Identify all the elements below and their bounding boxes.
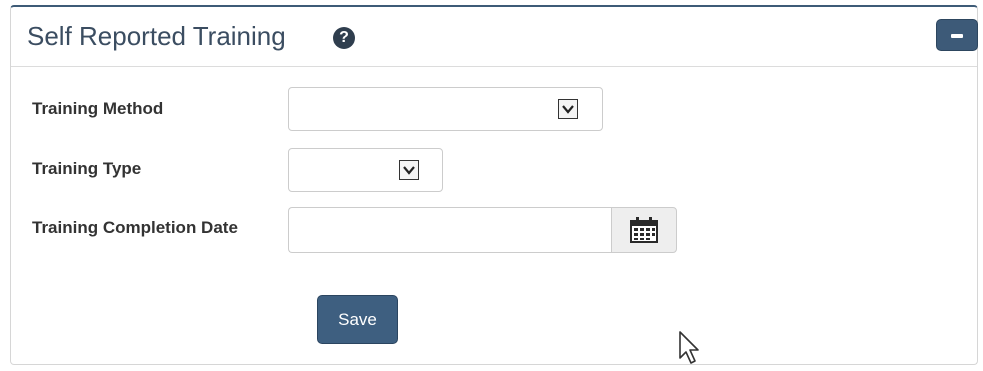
training-type-label: Training Type xyxy=(32,159,142,178)
training-type-select[interactable] xyxy=(288,148,443,192)
self-reported-training-panel: Self Reported Training ? Training Method… xyxy=(10,5,978,365)
mouse-cursor-icon xyxy=(679,331,699,364)
completion-date-label: Training Completion Date xyxy=(32,218,238,237)
chevron-down-icon xyxy=(399,160,419,180)
calendar-icon xyxy=(630,217,658,243)
training-method-select[interactable] xyxy=(288,87,603,131)
calendar-button[interactable] xyxy=(611,207,677,253)
completion-date-input[interactable] xyxy=(288,207,611,253)
panel-title: Self Reported Training xyxy=(27,21,286,51)
save-button[interactable]: Save xyxy=(317,295,398,344)
chevron-down-icon xyxy=(558,99,578,119)
collapse-button[interactable] xyxy=(936,19,978,51)
training-method-label: Training Method xyxy=(32,99,164,118)
question-circle-icon[interactable]: ? xyxy=(333,27,355,49)
minus-icon xyxy=(951,34,963,38)
panel-header: Self Reported Training ? xyxy=(11,7,978,67)
